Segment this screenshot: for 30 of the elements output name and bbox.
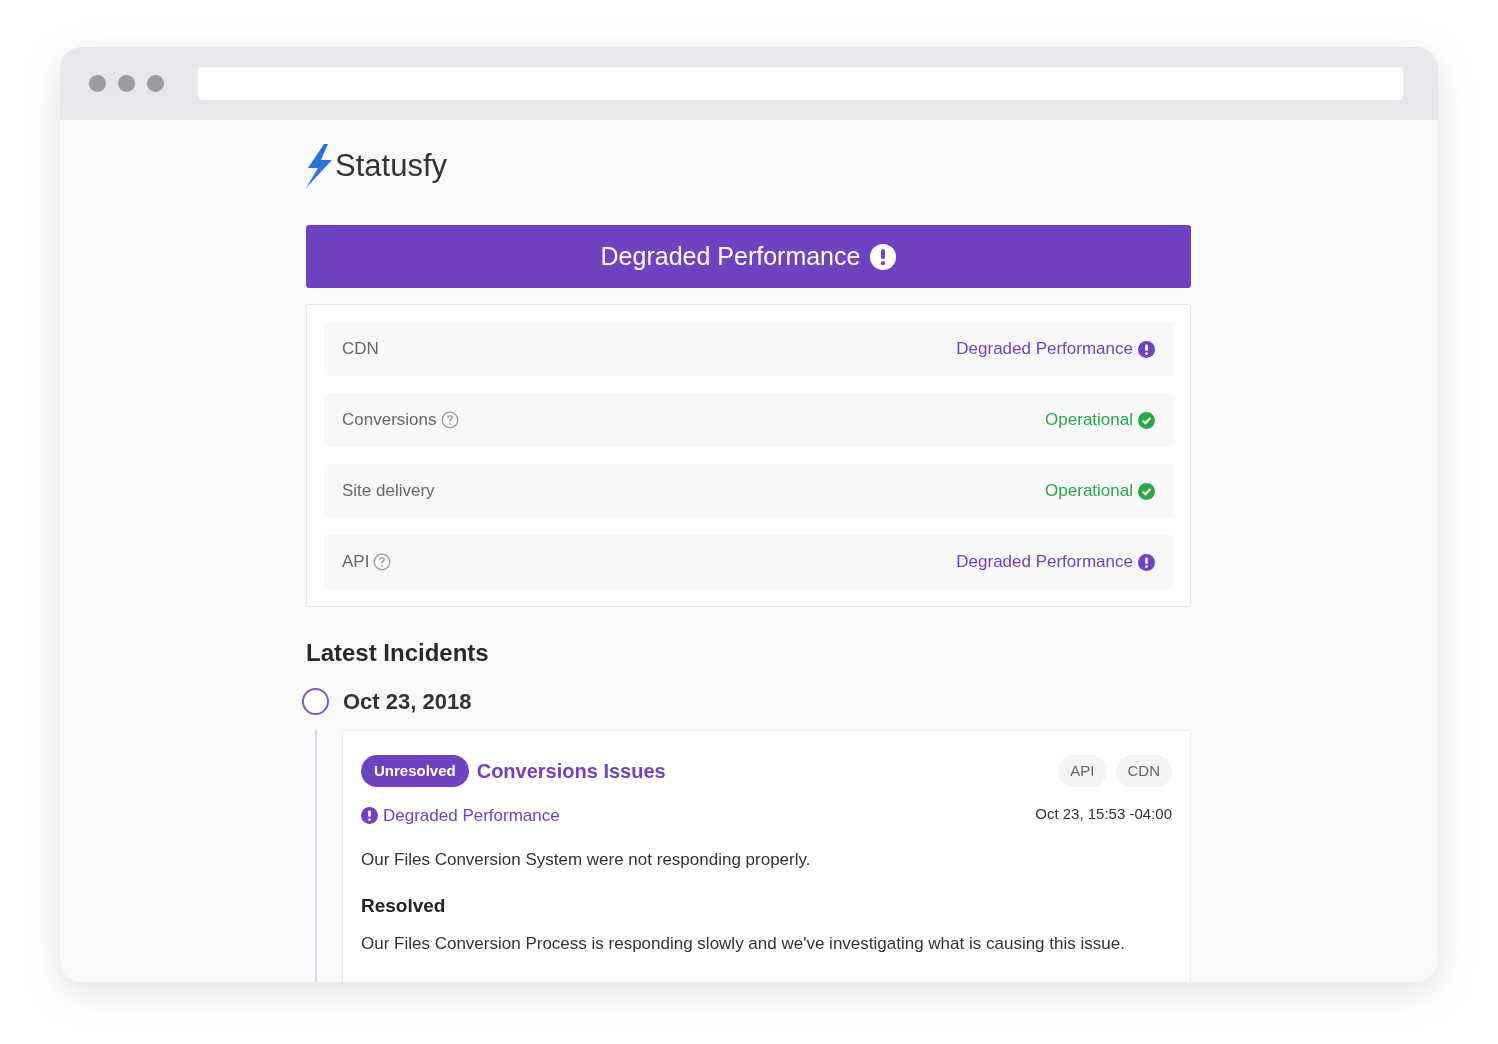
service-status: Operational bbox=[1045, 409, 1133, 432]
exclamation-circle-icon bbox=[870, 243, 897, 270]
service-status: Degraded Performance bbox=[956, 551, 1133, 574]
incident-time: Oct 23, 15:53 -04:00 bbox=[1035, 804, 1172, 824]
exclamation-circle-icon bbox=[1138, 553, 1155, 571]
lightning-bolt-icon bbox=[306, 144, 334, 188]
logo-text: Statusfy bbox=[335, 146, 447, 185]
incident-title[interactable]: Conversions Issues bbox=[476, 756, 666, 786]
incident-description: Our Files Conversion System were not responding properly. bbox=[361, 848, 812, 871]
check-circle-icon bbox=[1138, 411, 1155, 429]
exclamation-circle-icon bbox=[361, 807, 378, 825]
exclamation-circle-icon bbox=[1138, 340, 1155, 358]
service-status: Degraded Performance bbox=[956, 338, 1133, 361]
help-icon[interactable] bbox=[440, 411, 459, 429]
update-title: Resolved bbox=[361, 894, 447, 918]
service-status: Operational bbox=[1045, 480, 1133, 503]
service-name: Conversions bbox=[342, 409, 437, 432]
component-tag: API bbox=[1058, 755, 1107, 787]
component-tag: CDN bbox=[1115, 755, 1172, 787]
update-text: Our Files Conversion Process is responding slowly and we've investigating what is causing this issue. bbox=[361, 932, 1126, 955]
help-icon[interactable] bbox=[373, 553, 392, 571]
banner-text: Degraded Performance bbox=[600, 240, 861, 272]
service-name: CDN bbox=[342, 338, 379, 361]
section-heading: Latest Incidents bbox=[306, 638, 490, 668]
incident-date: Oct 23, 2018 bbox=[343, 688, 472, 716]
severity-label: Degraded Performance bbox=[383, 805, 560, 827]
service-name: API bbox=[342, 551, 370, 574]
service-name: Site delivery bbox=[342, 480, 435, 503]
check-circle-icon bbox=[1138, 482, 1155, 500]
status-badge: Unresolved bbox=[361, 755, 469, 787]
